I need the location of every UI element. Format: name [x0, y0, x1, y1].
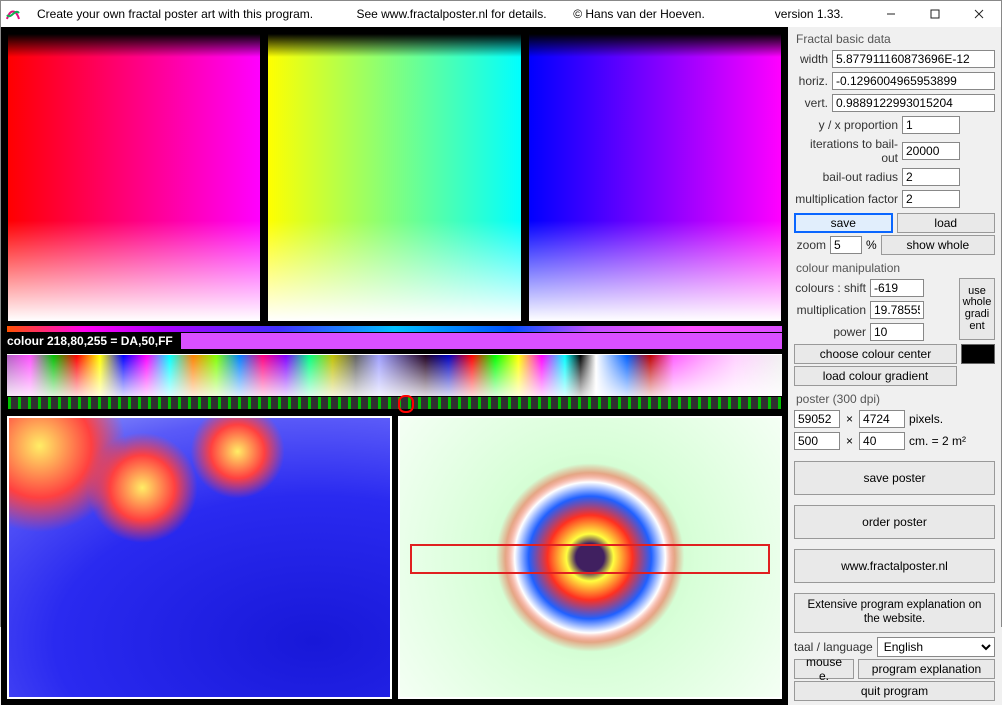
shift-label: colours : shift — [794, 281, 866, 295]
maximize-button[interactable] — [913, 1, 957, 27]
bailout-input[interactable] — [902, 168, 960, 186]
minimize-button[interactable] — [869, 1, 913, 27]
shift-input[interactable] — [870, 279, 924, 297]
iterations-label: iterations to bail-out — [794, 137, 898, 165]
poster-pixels-width[interactable] — [794, 410, 840, 428]
colour-picker-red-magenta[interactable] — [7, 33, 261, 322]
close-button[interactable] — [957, 1, 1001, 27]
use-whole-gradient-button[interactable]: use whole gradi ent — [959, 278, 995, 340]
language-label: taal / language — [794, 640, 873, 654]
mouse-explanation-button[interactable]: mouse e. — [794, 659, 854, 679]
pixels-unit: pixels. — [909, 412, 943, 426]
app-icon — [5, 6, 21, 22]
window-title: Create your own fractal poster art with … — [27, 7, 844, 21]
poster-cm-height[interactable] — [859, 432, 905, 450]
quit-button[interactable]: quit program — [794, 681, 995, 701]
load-button[interactable]: load — [897, 213, 996, 233]
show-whole-button[interactable]: show whole — [881, 235, 995, 255]
fractal-preview-left[interactable] — [7, 416, 392, 699]
choose-colour-center-button[interactable]: choose colour center — [794, 344, 957, 364]
poster-pixels-height[interactable] — [859, 410, 905, 428]
zoom-percent: % — [866, 238, 877, 252]
colour-readout: colour 218,80,255 = DA,50,FF — [7, 334, 181, 348]
save-button[interactable]: save — [794, 213, 893, 233]
multfactor-input[interactable] — [902, 190, 960, 208]
basic-heading: Fractal basic data — [794, 31, 995, 47]
iterations-input[interactable] — [902, 142, 960, 160]
explanation-button[interactable]: Extensive program explanation on the web… — [794, 593, 995, 633]
fractal-preview-right[interactable] — [398, 416, 783, 699]
times-icon: × — [844, 412, 855, 426]
load-colour-gradient-button[interactable]: load colour gradient — [794, 366, 957, 386]
zoom-input[interactable] — [830, 236, 862, 254]
horiz-input[interactable] — [832, 72, 995, 90]
order-poster-button[interactable]: order poster — [794, 505, 995, 539]
zoom-label: zoom — [794, 238, 826, 252]
poster-heading: poster (300 dpi) — [794, 391, 995, 407]
poster-cm-width[interactable] — [794, 432, 840, 450]
gradient-ticks[interactable] — [7, 396, 782, 410]
colour-heading: colour manipulation — [794, 260, 995, 276]
control-panel: Fractal basic data width horiz. vert. y … — [788, 27, 1001, 705]
program-explanation-button[interactable]: program explanation — [858, 659, 995, 679]
cm-unit: cm. = 2 m² — [909, 434, 966, 448]
vert-input[interactable] — [832, 94, 995, 112]
titlebar: Create your own fractal poster art with … — [1, 1, 1001, 27]
power-input[interactable] — [870, 323, 924, 341]
poster-selection-box[interactable] — [410, 544, 771, 574]
colourmult-input[interactable] — [870, 301, 924, 319]
language-select[interactable]: English — [877, 637, 995, 657]
yx-input[interactable] — [902, 116, 960, 134]
width-input[interactable] — [832, 50, 995, 68]
canvas-area: colour 218,80,255 = DA,50,FF — [1, 27, 788, 705]
current-colour-swatch — [181, 333, 782, 349]
horiz-label: horiz. — [794, 74, 828, 88]
multfactor-label: multiplication factor — [794, 192, 898, 206]
power-label: power — [794, 325, 866, 339]
times-icon-2: × — [844, 434, 855, 448]
colour-picker-blue-magenta[interactable] — [528, 33, 782, 322]
yx-label: y / x proportion — [794, 118, 898, 132]
bailout-label: bail-out radius — [794, 170, 898, 184]
save-poster-button[interactable]: save poster — [794, 461, 995, 495]
colourmult-label: multiplication — [794, 303, 866, 317]
website-button[interactable]: www.fractalposter.nl — [794, 549, 995, 583]
colour-picker-yellow-cyan[interactable] — [267, 33, 521, 322]
vert-label: vert. — [794, 96, 828, 110]
gradient-spectrum[interactable] — [7, 354, 782, 396]
width-label: width — [794, 52, 828, 66]
colour-center-swatch — [961, 344, 995, 364]
